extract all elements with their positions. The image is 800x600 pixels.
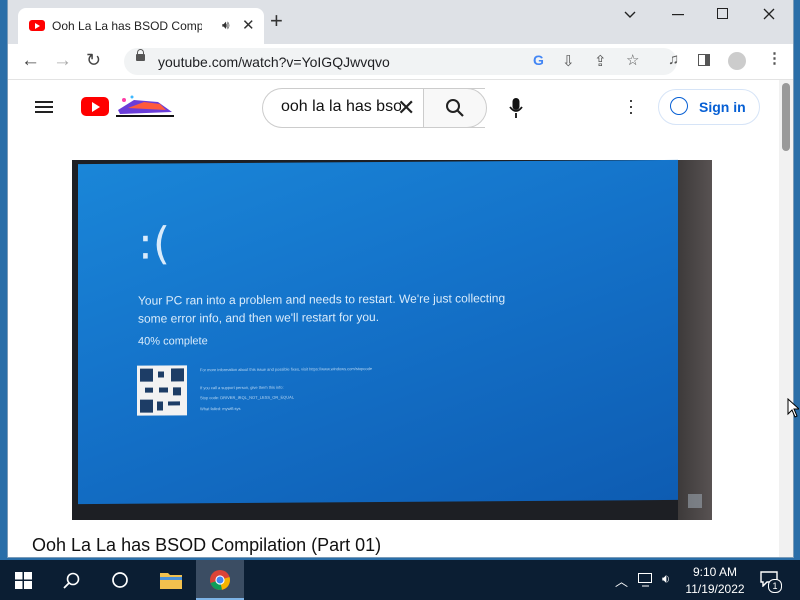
profile-avatar-icon[interactable]: [728, 52, 746, 70]
bsod-message: Your PC ran into a problem and needs to …: [138, 291, 506, 326]
new-tab-button[interactable]: +: [270, 10, 283, 32]
monitor-bezel: [678, 160, 712, 520]
youtube-doodle-icon[interactable]: [114, 94, 176, 118]
file-explorer-icon[interactable]: [160, 570, 182, 589]
start-windows-icon[interactable]: [15, 572, 32, 589]
mouse-cursor-icon: [787, 398, 799, 418]
channel-watermark-icon[interactable]: [688, 494, 702, 508]
share-icon[interactable]: ⇪: [594, 52, 607, 70]
browser-window: Ooh La La has BSOD Compil 🔊︎ ✕ + ← → ↻ y…: [8, 0, 793, 557]
youtube-logo-icon[interactable]: [81, 97, 109, 116]
bsod-screen: :( Your PC ran into a problem and needs …: [78, 159, 678, 505]
search-icon: [446, 99, 464, 117]
sign-in-button[interactable]: Sign in: [658, 89, 760, 125]
page-scrollbar[interactable]: [779, 80, 793, 557]
tab-search-icon[interactable]: [624, 10, 636, 20]
browser-tab[interactable]: Ooh La La has BSOD Compil 🔊︎ ✕: [18, 8, 264, 44]
chrome-taskbar-button[interactable]: [196, 560, 244, 600]
search-taskbar-icon[interactable]: [63, 572, 80, 589]
chrome-menu-icon[interactable]: ⋮: [767, 49, 782, 67]
speaker-icon[interactable]: 🔊︎: [222, 18, 230, 33]
notification-count-badge: 1: [768, 579, 782, 593]
tab-close-icon[interactable]: ✕: [242, 16, 255, 34]
tab-title: Ooh La La has BSOD Compil: [52, 19, 202, 33]
title-bar: Ooh La La has BSOD Compil 🔊︎ ✕ +: [8, 0, 793, 44]
clock-date[interactable]: 11/19/2022: [682, 582, 748, 596]
bsod-fine-print-3: Stop code: DRIVER_IRQL_NOT_LESS_OR_EQUAL: [200, 394, 295, 401]
volume-icon[interactable]: 🔉︎: [662, 571, 670, 587]
browser-toolbar: ← → ↻ youtube.com/watch?v=YoIGQJwvqvo G …: [8, 44, 793, 80]
url-text: youtube.com/watch?v=YoIGQJwvqvo: [158, 54, 390, 70]
hidden-icons-chevron-icon[interactable]: ︿: [615, 571, 628, 590]
address-bar[interactable]: youtube.com/watch?v=YoIGQJwvqvo G ⇩ ⇪ ☆: [124, 48, 677, 75]
clock-time[interactable]: 9:10 AM: [685, 565, 745, 579]
bookmark-star-icon[interactable]: ☆: [626, 51, 639, 69]
clear-search-icon[interactable]: ✕: [397, 95, 415, 121]
youtube-page: ✕ ··· Sign in :( Your PC ran into a prob…: [8, 80, 793, 557]
scrollbar-thumb[interactable]: [782, 83, 790, 151]
close-window-icon[interactable]: [763, 8, 775, 20]
bsod-fine-print-4: What failed: mywifi.sys: [200, 405, 241, 412]
video-title: Ooh La La has BSOD Compilation (Part 01): [32, 535, 382, 555]
back-button[interactable]: ←: [21, 50, 40, 72]
sad-face-text: :(: [138, 218, 170, 270]
taskbar: ︿ 🔉︎ 9:10 AM 11/19/2022 1: [0, 560, 800, 600]
bsod-progress: 40% complete: [138, 335, 208, 348]
video-player[interactable]: :( Your PC ran into a problem and needs …: [72, 159, 712, 520]
bsod-fine-print-1: For more information about this issue an…: [200, 366, 373, 373]
search-button[interactable]: [423, 88, 487, 128]
reload-button[interactable]: ↻: [86, 50, 101, 71]
bsod-fine-print-2: If you call a support person, give them …: [200, 384, 284, 391]
side-panel-icon[interactable]: [698, 54, 710, 66]
voice-search-button[interactable]: [496, 88, 536, 128]
minimize-icon[interactable]: [672, 14, 684, 16]
lock-icon: [136, 49, 145, 61]
chrome-icon: [210, 570, 230, 590]
qr-code-icon: [137, 365, 187, 416]
search-input[interactable]: [279, 97, 403, 117]
install-app-icon[interactable]: ⇩: [562, 52, 575, 70]
task-view-icon[interactable]: [111, 571, 129, 589]
forward-button[interactable]: →: [53, 50, 72, 72]
maximize-icon[interactable]: [717, 8, 728, 19]
account-icon: [670, 97, 688, 115]
settings-more-icon[interactable]: · · ·: [628, 91, 634, 121]
microphone-icon: [509, 98, 523, 118]
sign-in-label: Sign in: [699, 99, 746, 115]
google-lens-icon[interactable]: G: [533, 52, 544, 68]
youtube-favicon-icon: [29, 20, 45, 31]
hamburger-menu-icon[interactable]: [35, 101, 53, 103]
network-icon[interactable]: [638, 573, 654, 587]
media-control-icon[interactable]: ♫: [668, 51, 679, 68]
